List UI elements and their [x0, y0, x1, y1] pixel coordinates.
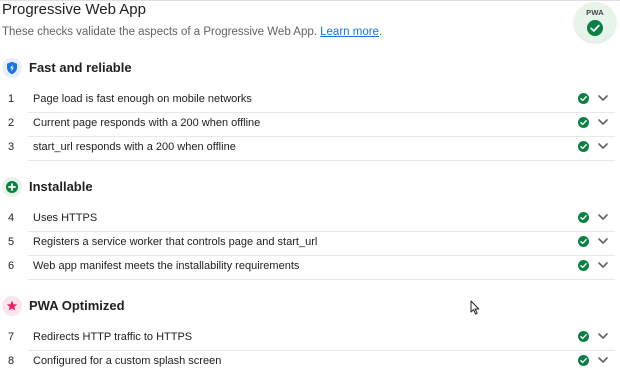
check-circle-icon: [578, 331, 589, 342]
check-circle-icon: [578, 212, 589, 223]
audit-row[interactable]: 7 Redirects HTTP traffic to HTTPS: [0, 326, 615, 350]
audit-label: start_url responds with a 200 when offli…: [33, 141, 236, 153]
audit-index: 4: [8, 212, 15, 224]
check-circle-icon: [578, 141, 589, 152]
group-title-installable: Installable: [29, 179, 93, 194]
plus-icon: [2, 177, 22, 197]
check-circle-icon: [578, 355, 589, 366]
pwa-badge-label: PWA: [586, 8, 604, 17]
category-title: Progressive Web App: [2, 1, 146, 18]
audit-index: 3: [8, 141, 15, 153]
chevron-down-icon[interactable]: [598, 262, 608, 269]
audit-label: Registers a service worker that controls…: [33, 236, 318, 248]
audit-row[interactable]: 8 Configured for a custom splash screen: [0, 350, 615, 374]
audit-row[interactable]: 6 Web app manifest meets the installabil…: [0, 255, 615, 279]
chevron-down-icon[interactable]: [598, 143, 608, 150]
audit-index: 8: [8, 355, 15, 367]
check-circle-icon: [578, 117, 589, 128]
chevron-down-icon[interactable]: [598, 119, 608, 126]
audit-label: Web app manifest meets the installabilit…: [33, 260, 300, 272]
pwa-badge: PWA: [574, 2, 616, 42]
chevron-down-icon[interactable]: [598, 333, 608, 340]
chevron-down-icon[interactable]: [598, 238, 608, 245]
audit-label: Page load is fast enough on mobile netwo…: [33, 93, 252, 105]
mouse-cursor-icon: [470, 300, 480, 315]
audit-row[interactable]: 2 Current page responds with a 200 when …: [0, 112, 615, 136]
chevron-down-icon[interactable]: [598, 357, 608, 364]
audit-row[interactable]: 1 Page load is fast enough on mobile net…: [0, 88, 615, 112]
audit-row[interactable]: 4 Uses HTTPS: [0, 207, 615, 231]
check-circle-icon: [587, 20, 603, 36]
audit-index: 7: [8, 331, 15, 343]
lightning-bolt-icon: [2, 58, 22, 78]
audit-index: 2: [8, 117, 15, 129]
description-text: These checks validate the aspects of a P…: [2, 26, 317, 38]
chevron-down-icon[interactable]: [598, 214, 608, 221]
audit-label: Uses HTTPS: [33, 212, 98, 224]
check-circle-icon: [578, 93, 589, 104]
audit-row[interactable]: 5 Registers a service worker that contro…: [0, 231, 615, 255]
group-title-fast-reliable: Fast and reliable: [29, 60, 132, 75]
check-circle-icon: [578, 260, 589, 271]
audit-label: Redirects HTTP traffic to HTTPS: [33, 331, 193, 343]
audit-row[interactable]: 3 start_url responds with a 200 when off…: [0, 136, 615, 160]
star-icon: [2, 296, 22, 316]
audit-index: 1: [8, 93, 15, 105]
audit-label: Current page responds with a 200 when of…: [33, 117, 261, 129]
category-description: These checks validate the aspects of a P…: [2, 26, 383, 38]
audit-index: 5: [8, 236, 15, 248]
row-divider: [28, 279, 615, 280]
audit-label: Configured for a custom splash screen: [33, 355, 222, 367]
check-circle-icon: [578, 236, 589, 247]
chevron-down-icon[interactable]: [598, 95, 608, 102]
audit-index: 6: [8, 260, 15, 272]
group-title-pwa-optimized: PWA Optimized: [29, 298, 125, 313]
learn-more-link[interactable]: Learn more: [320, 26, 379, 38]
row-divider: [28, 160, 615, 161]
